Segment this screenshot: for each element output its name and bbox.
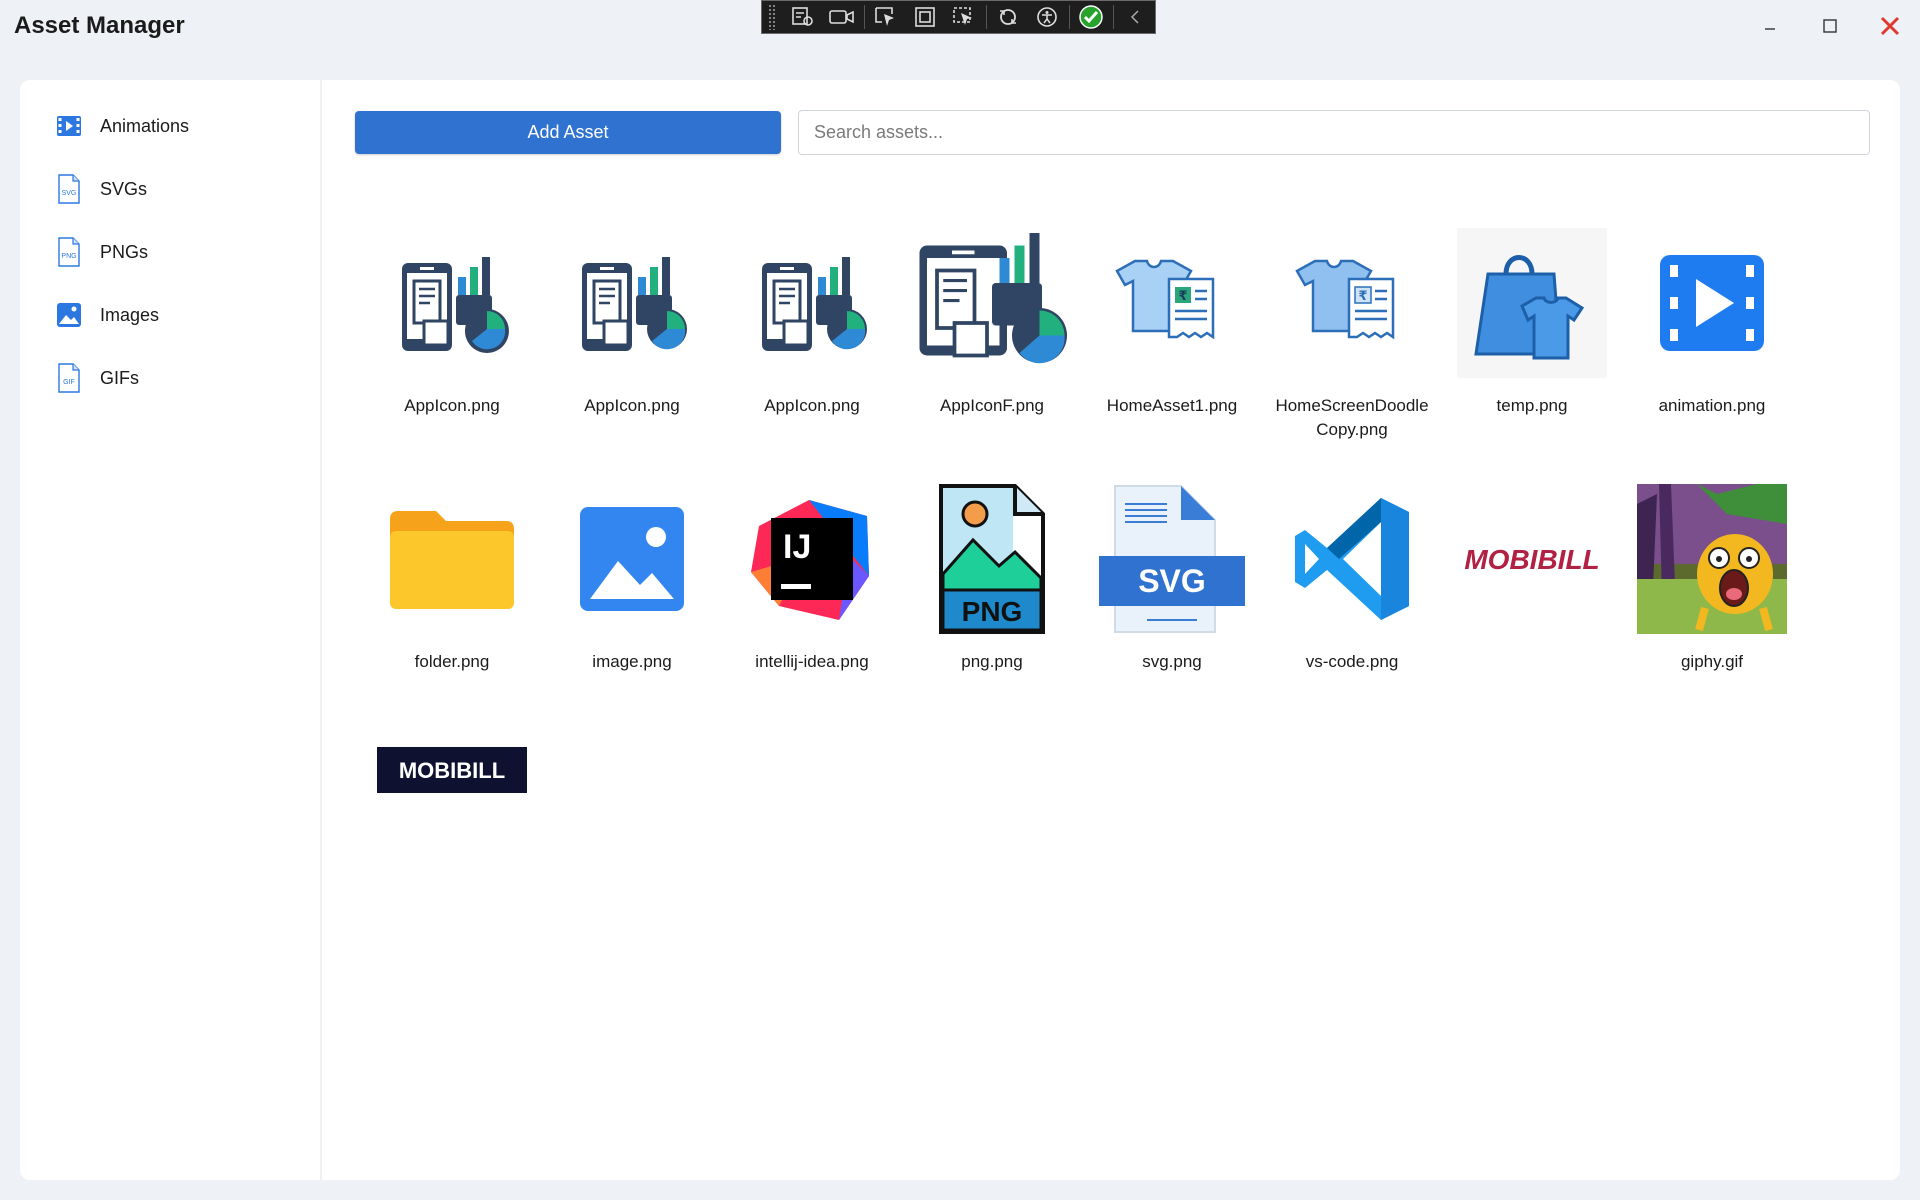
layout-adorner-icon[interactable]: [906, 2, 945, 32]
image-icon: [557, 484, 707, 634]
app-icon: [377, 228, 527, 378]
checkmark-status-icon[interactable]: [1072, 2, 1111, 32]
mobibill-logo: MOBIBILL: [1457, 484, 1607, 634]
asset-name: giphy.gif: [1680, 652, 1744, 671]
search-input[interactable]: [798, 110, 1870, 155]
window-controls: [1740, 0, 1920, 56]
app-icon: [737, 228, 887, 378]
app-title: Asset Manager: [14, 12, 185, 39]
sidebar-item-gifs[interactable]: GIF GIFs: [54, 358, 294, 398]
main-panel: Animations SVG SVGs PNG PNGs Images GIF …: [20, 80, 1900, 1180]
debug-toolbar: [761, 0, 1156, 34]
asset-name: image.png: [592, 652, 672, 671]
asset-tile[interactable]: AppIcon.png: [727, 228, 897, 418]
asset-tile[interactable]: AppIcon.png: [367, 228, 537, 418]
asset-name: svg.png: [1142, 652, 1202, 671]
svg-text: SVG: [1138, 563, 1206, 599]
accessibility-icon[interactable]: [1028, 2, 1067, 32]
png-file-icon: PNG: [917, 484, 1067, 634]
mobibill-text: MOBIBILL: [1464, 544, 1599, 575]
asset-name: AppIcon.png: [404, 396, 500, 415]
asset-tile[interactable]: vs-code.png: [1267, 484, 1437, 674]
asset-tile[interactable]: MOBIBILL: [1447, 484, 1617, 634]
app-icon: [557, 228, 707, 378]
asset-tile[interactable]: SVG svg.png: [1087, 484, 1257, 674]
minimize-icon: [1765, 28, 1775, 30]
app-icon: [917, 228, 1067, 378]
asset-tile[interactable]: folder.png: [367, 484, 537, 674]
sidebar-item-label: Images: [100, 304, 160, 325]
sidebar-item-pngs[interactable]: PNG PNGs: [54, 232, 294, 272]
image-icon: [54, 300, 84, 330]
asset-name: vs-code.png: [1305, 652, 1399, 671]
svg-text:GIF: GIF: [63, 379, 75, 386]
asset-name: folder.png: [414, 652, 490, 671]
film-icon: [54, 111, 84, 141]
select-element-icon[interactable]: [867, 2, 906, 32]
svg-text:SVG: SVG: [62, 190, 77, 197]
asset-tile[interactable]: AppIconF.png: [907, 228, 1077, 418]
minimize-button[interactable]: [1740, 0, 1800, 52]
vscode-icon: [1277, 484, 1427, 634]
sidebar-item-svgs[interactable]: SVG SVGs: [54, 169, 294, 209]
asset-name: HomeAsset1.png: [1106, 396, 1238, 415]
drag-handle[interactable]: [768, 4, 776, 30]
sidebar-item-label: Animations: [100, 115, 190, 136]
asset-tile[interactable]: MOBIBILL: [367, 740, 537, 800]
sidebar-item-images[interactable]: Images: [54, 295, 294, 335]
maximize-button[interactable]: [1800, 0, 1860, 52]
sidebar-item-label: SVGs: [100, 178, 148, 199]
tshirt-receipt-icon: ₹: [1277, 228, 1427, 378]
asset-tile[interactable]: IJ intellij-idea.png: [727, 484, 897, 674]
svg-text:₹: ₹: [1358, 289, 1367, 304]
sidebar: Animations SVG SVGs PNG PNGs Images GIF …: [20, 80, 322, 1180]
sidebar-item-label: PNGs: [100, 241, 149, 262]
close-button[interactable]: [1860, 0, 1920, 52]
sidebar-item-label: GIFs: [100, 367, 139, 388]
png-file-icon: PNG: [54, 237, 84, 267]
maximize-icon: [1823, 19, 1837, 33]
svg-text:PNG: PNG: [61, 253, 76, 260]
asset-name: HomeScreenDoodle Copy.png: [1275, 396, 1429, 439]
video-camera-icon[interactable]: [823, 2, 862, 32]
mobibill-logo-dark: MOBIBILL: [377, 740, 527, 800]
svg-file-icon: SVG: [54, 174, 84, 204]
cartoon-gif: [1637, 484, 1787, 634]
asset-tile[interactable]: ₹ HomeScreenDoodle Copy.png: [1267, 228, 1437, 442]
asset-name: AppIconF.png: [940, 396, 1044, 415]
svg-text:₹: ₹: [1178, 289, 1187, 304]
asset-tile[interactable]: temp.png: [1447, 228, 1617, 418]
tshirt-receipt-icon: ₹: [1097, 228, 1247, 378]
asset-tile[interactable]: PNG png.png: [907, 484, 1077, 674]
asset-tile[interactable]: animation.png: [1627, 228, 1797, 418]
gif-file-icon: GIF: [54, 363, 84, 393]
asset-name: AppIcon.png: [584, 396, 680, 415]
svg-file-icon: SVG: [1097, 484, 1247, 634]
title-bar: Asset Manager: [0, 0, 1920, 56]
asset-tile[interactable]: image.png: [547, 484, 717, 674]
asset-tile[interactable]: giphy.gif: [1627, 484, 1797, 674]
live-tree-icon[interactable]: [784, 2, 823, 32]
asset-name: intellij-idea.png: [755, 652, 869, 671]
collapse-chevron-icon[interactable]: [1116, 2, 1155, 32]
video-icon: [1637, 228, 1787, 378]
asset-name: temp.png: [1496, 396, 1568, 415]
hot-reload-icon[interactable]: [989, 2, 1028, 32]
asset-name: png.png: [961, 652, 1023, 671]
asset-name: AppIcon.png: [764, 396, 860, 415]
intellij-icon: IJ: [737, 484, 887, 634]
add-asset-button[interactable]: Add Asset: [355, 111, 781, 154]
mobibill-dark-text: MOBIBILL: [399, 758, 505, 783]
track-focus-icon[interactable]: [945, 2, 984, 32]
folder-icon: [377, 484, 527, 634]
png-text: PNG: [962, 596, 1023, 627]
close-icon: [1880, 16, 1900, 36]
shopping-bag-tshirt-icon: [1457, 228, 1607, 378]
ij-text: IJ: [783, 528, 811, 566]
asset-name: animation.png: [1658, 396, 1766, 415]
asset-tile[interactable]: AppIcon.png: [547, 228, 717, 418]
sidebar-item-animations[interactable]: Animations: [54, 106, 294, 146]
asset-tile[interactable]: ₹ HomeAsset1.png: [1087, 228, 1257, 418]
